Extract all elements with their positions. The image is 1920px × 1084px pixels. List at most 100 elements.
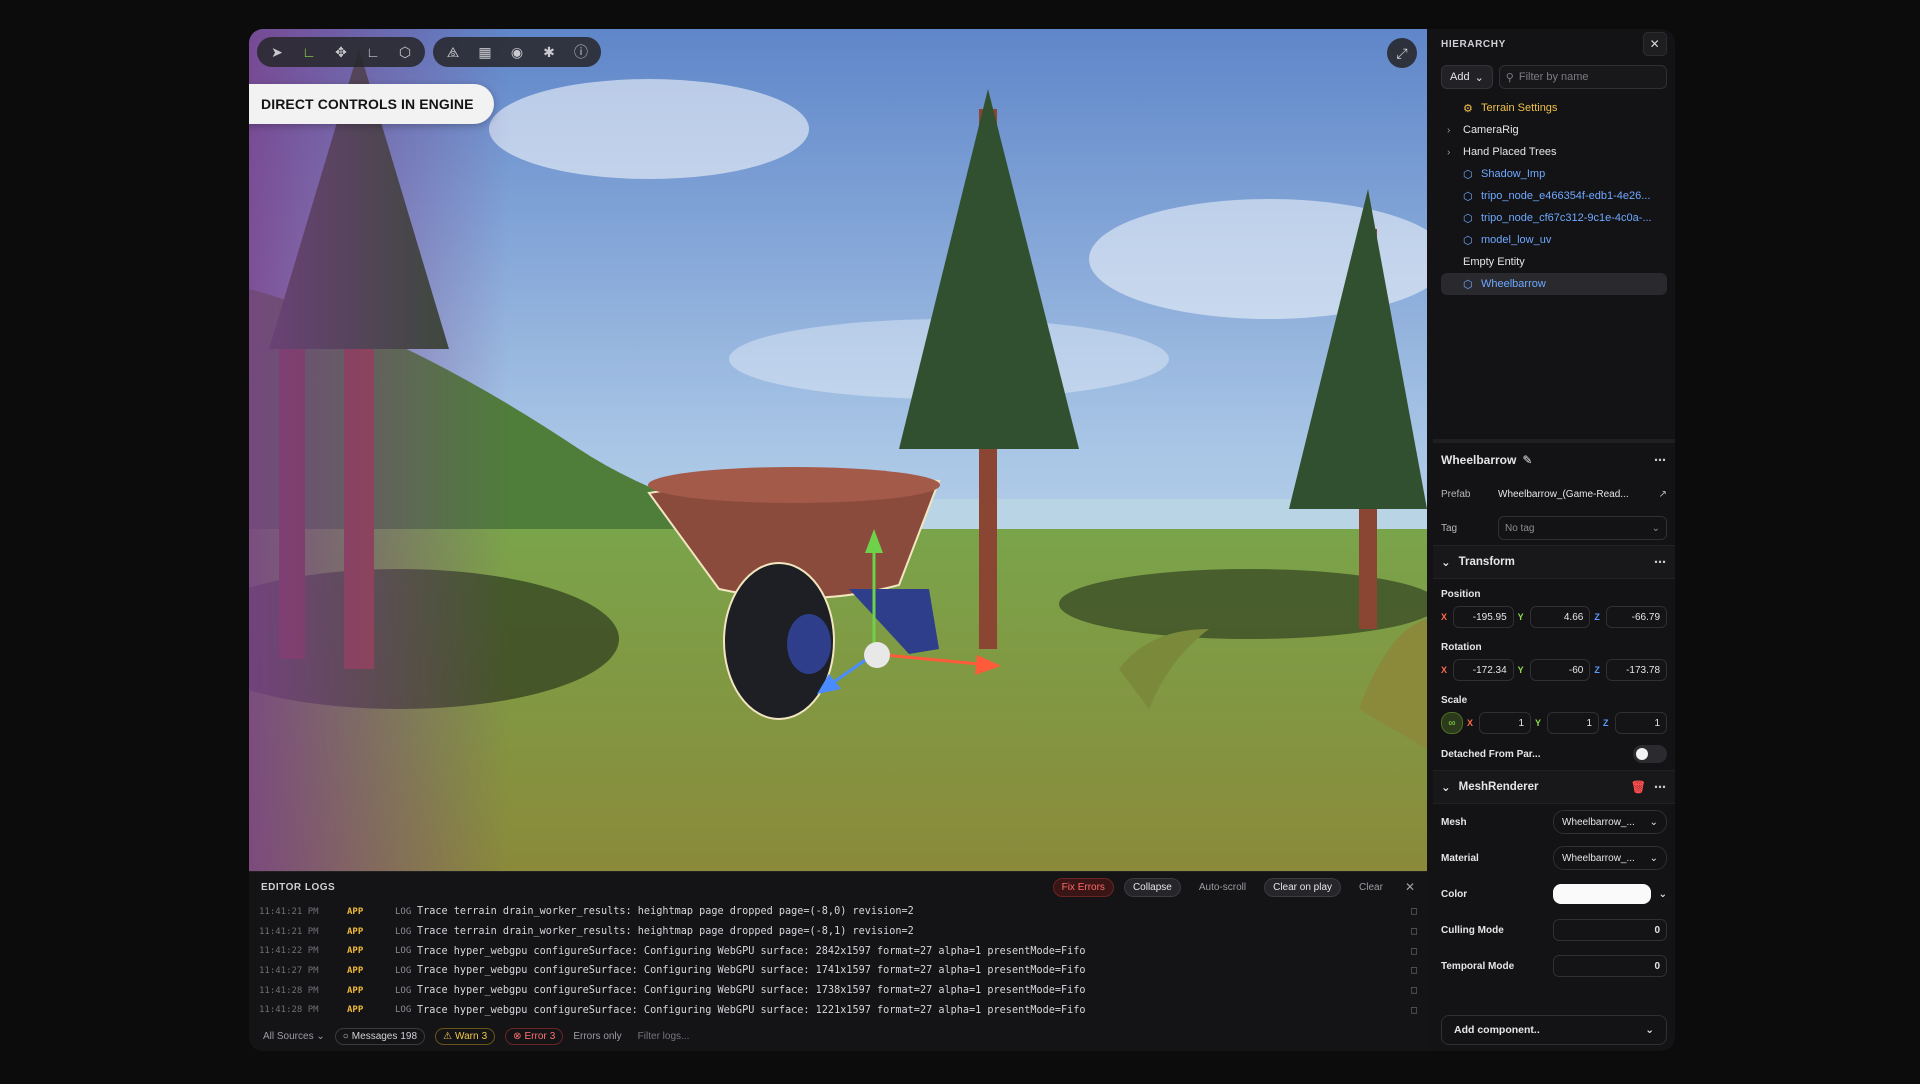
- tree-item-label: Terrain Settings: [1481, 102, 1558, 114]
- tree-item-wheelbarrow[interactable]: ⬡ Wheelbarrow: [1441, 273, 1667, 295]
- chevron-down-icon[interactable]: ⌄: [1441, 780, 1451, 794]
- fix-errors-button[interactable]: Fix Errors: [1052, 877, 1114, 897]
- clear-on-play-button[interactable]: Clear on play: [1264, 877, 1342, 897]
- tree-item-hand-placed-trees[interactable]: › Hand Placed Trees: [1441, 141, 1667, 163]
- prefab-value[interactable]: Wheelbarrow_(Game-Read...: [1498, 489, 1659, 500]
- meshrenderer-section[interactable]: ⌄ MeshRenderer 🗑 ⋯: [1433, 770, 1675, 804]
- hierarchy-tree: ⚙ Terrain Settings › CameraRig › Hand Place…: [1433, 95, 1675, 297]
- external-link-icon[interactable]: ↗: [1659, 489, 1667, 500]
- grid-icon[interactable]: ▦: [471, 39, 499, 65]
- close-icon[interactable]: ✕: [1643, 32, 1667, 56]
- prefab-row: Prefab Wheelbarrow_(Game-Read... ↗: [1433, 477, 1675, 511]
- comment-icon[interactable]: □: [1403, 906, 1417, 917]
- collapse-button[interactable]: Collapse: [1123, 877, 1181, 897]
- tree-item-terrain-settings[interactable]: ⚙ Terrain Settings: [1441, 97, 1667, 119]
- search-icon: ⚲: [1505, 71, 1514, 84]
- info-icon[interactable]: ⓘ: [567, 39, 595, 65]
- log-list[interactable]: 11:41:21 PM APP LOG Trace terrain drain_…: [249, 902, 1427, 1020]
- scale-x-input[interactable]: 1: [1479, 712, 1531, 734]
- chevron-right-icon[interactable]: ›: [1447, 147, 1457, 158]
- tree-item-label: Empty Entity: [1463, 256, 1525, 268]
- expand-icon[interactable]: ⤢: [1387, 38, 1417, 68]
- trash-icon[interactable]: 🗑: [1631, 780, 1646, 794]
- logs-title: EDITOR LOGS: [261, 881, 336, 893]
- rotation-label: Rotation: [1441, 642, 1482, 653]
- mesh-select[interactable]: Wheelbarrow_... ⌄: [1553, 810, 1667, 834]
- scene-viewport[interactable]: ➤ ∟ ✥ ∟ ⬡ ⧌ ▦ ◉ ✱ ⓘ ⤢: [249, 29, 1427, 871]
- position-y-input[interactable]: 4.66: [1529, 606, 1591, 628]
- error-filter[interactable]: ⊗ Error 3: [505, 1027, 564, 1045]
- material-select[interactable]: Wheelbarrow_... ⌄: [1553, 846, 1667, 870]
- position-fields: X -195.95 Y 4.66 Z -66.79: [1433, 604, 1675, 632]
- log-row[interactable]: 11:41:28 PM APP LOG Trace hyper_webgpu c…: [249, 1000, 1427, 1020]
- chevron-down-icon[interactable]: ⌄: [1441, 555, 1451, 569]
- rotation-y-input[interactable]: -60: [1529, 659, 1591, 681]
- close-icon[interactable]: ✕: [1405, 880, 1415, 894]
- warn-count: 3: [481, 1030, 488, 1042]
- select-icon[interactable]: ➤: [263, 39, 291, 65]
- color-swatch[interactable]: [1553, 884, 1651, 904]
- temporal-input[interactable]: 0: [1553, 955, 1667, 977]
- entity-name[interactable]: Wheelbarrow: [1441, 453, 1516, 467]
- scale-y-input[interactable]: 1: [1547, 712, 1599, 734]
- y-axis-label: Y: [1517, 665, 1524, 675]
- scene-render[interactable]: [249, 29, 1427, 871]
- rotation-x-input[interactable]: -172.34: [1453, 659, 1514, 681]
- warn-label: Warn: [455, 1030, 479, 1042]
- comment-icon[interactable]: □: [1403, 985, 1417, 996]
- messages-filter[interactable]: ○ Messages 198: [334, 1027, 426, 1045]
- tree-item-label: tripo_node_e466354f-edb1-4e26...: [1481, 190, 1651, 202]
- culling-input[interactable]: 0: [1553, 919, 1667, 941]
- log-time: 11:41:21 PM: [259, 906, 319, 917]
- warn-filter[interactable]: ⚠ Warn 3: [435, 1027, 496, 1045]
- comment-icon[interactable]: □: [1403, 1005, 1417, 1016]
- log-row[interactable]: 11:41:27 PM APP LOG Trace hyper_webgpu c…: [249, 961, 1427, 981]
- detached-toggle[interactable]: [1633, 745, 1667, 763]
- tree-item-camerarig[interactable]: › CameraRig: [1441, 119, 1667, 141]
- search-input[interactable]: ⚲ Filter by name: [1498, 65, 1667, 89]
- more-icon[interactable]: ⋯: [1654, 780, 1667, 794]
- log-row[interactable]: 11:41:22 PM APP LOG Trace hyper_webgpu c…: [249, 941, 1427, 961]
- log-row[interactable]: 11:41:21 PM APP LOG Trace terrain drain_…: [249, 922, 1427, 942]
- log-level: LOG: [395, 926, 412, 937]
- position-x-input[interactable]: -195.95: [1453, 606, 1514, 628]
- all-sources-dropdown[interactable]: All Sources ⌄: [263, 1031, 325, 1042]
- add-label: Add: [1450, 71, 1470, 83]
- comment-icon[interactable]: □: [1403, 926, 1417, 937]
- tree-item-model-low-uv[interactable]: ⬡ model_low_uv: [1441, 229, 1667, 251]
- rotation-z-input[interactable]: -173.78: [1606, 659, 1668, 681]
- transform-section[interactable]: ⌄ Transform ⋯: [1433, 545, 1675, 579]
- errors-only-toggle[interactable]: Errors only: [573, 1031, 621, 1042]
- scale-icon[interactable]: ∟: [359, 39, 387, 65]
- link-icon[interactable]: ∞: [1441, 712, 1463, 734]
- clear-button[interactable]: Clear: [1351, 879, 1391, 896]
- log-row[interactable]: 11:41:21 PM APP LOG Trace terrain drain_…: [249, 902, 1427, 922]
- tree-item-label: model_low_uv: [1481, 234, 1552, 246]
- chevron-down-icon[interactable]: ⌄: [1651, 889, 1667, 900]
- add-button[interactable]: Add ⌄: [1441, 65, 1493, 89]
- scale-z-input[interactable]: 1: [1615, 712, 1667, 734]
- filter-logs-input[interactable]: Filter logs...: [638, 1031, 690, 1042]
- person-icon[interactable]: ✱: [535, 39, 563, 65]
- tree-item-tripo-node-1[interactable]: ⬡ tripo_node_e466354f-edb1-4e26...: [1441, 185, 1667, 207]
- more-icon[interactable]: ⋯: [1654, 555, 1667, 569]
- rotate-icon[interactable]: ✥: [327, 39, 355, 65]
- log-row[interactable]: 11:41:28 PM APP LOG Trace hyper_webgpu c…: [249, 981, 1427, 1001]
- tree-item-empty-entity[interactable]: Empty Entity: [1441, 251, 1667, 273]
- mesh-label: Mesh: [1441, 816, 1467, 828]
- auto-scroll-button[interactable]: Auto-scroll: [1191, 879, 1254, 896]
- pencil-icon[interactable]: ✎: [1522, 453, 1532, 467]
- tree-item-shadow-imp[interactable]: ⬡ Shadow_Imp: [1441, 163, 1667, 185]
- comment-icon[interactable]: □: [1403, 946, 1417, 957]
- move-icon[interactable]: ∟: [295, 39, 323, 65]
- eye-icon[interactable]: ◉: [503, 39, 531, 65]
- comment-icon[interactable]: □: [1403, 965, 1417, 976]
- shape-icon[interactable]: ⧌: [439, 39, 467, 65]
- tree-item-tripo-node-2[interactable]: ⬡ tripo_node_cf67c312-9c1e-4c0a-...: [1441, 207, 1667, 229]
- chevron-right-icon[interactable]: ›: [1447, 125, 1457, 136]
- position-z-input[interactable]: -66.79: [1606, 606, 1668, 628]
- cube-icon[interactable]: ⬡: [391, 39, 419, 65]
- more-icon[interactable]: ⋯: [1654, 453, 1667, 467]
- add-component-button[interactable]: Add component.. ⌄: [1441, 1015, 1667, 1045]
- tag-select[interactable]: No tag ⌄: [1498, 516, 1667, 540]
